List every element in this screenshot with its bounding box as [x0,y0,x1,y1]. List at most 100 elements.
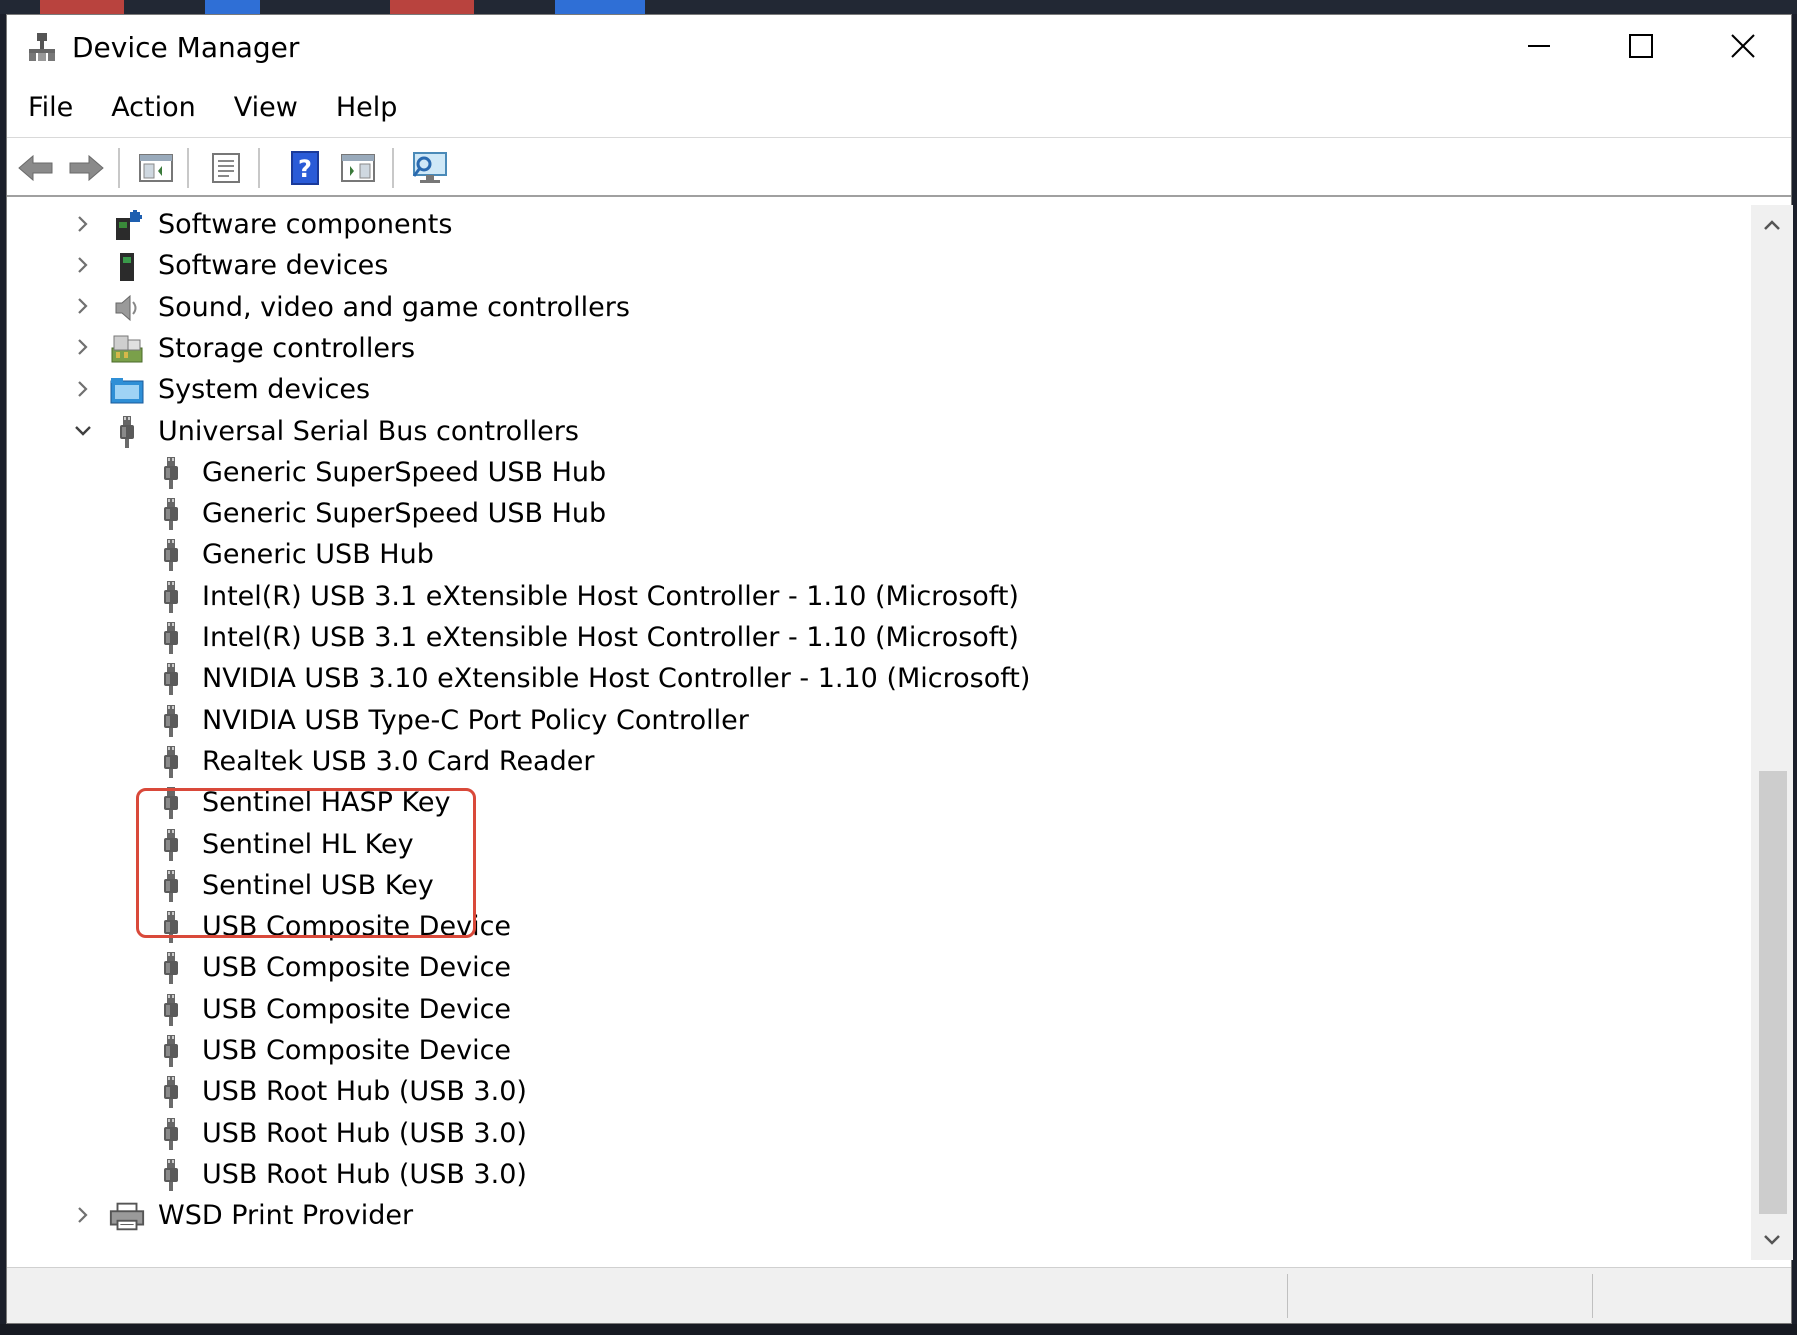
run-action-button[interactable] [337,148,379,188]
tree-item-label: Storage controllers [158,332,416,364]
scroll-up-button[interactable] [1751,205,1793,245]
tree-item-label: WSD Print Provider [158,1200,414,1232]
tree-item-label: System devices [158,374,371,406]
taskbar-thumb [390,0,474,14]
close-icon [1731,34,1755,58]
tree-device-item[interactable]: USB Composite Device [7,1031,1751,1072]
tree-item-label: NVIDIA USB 3.10 eXtensible Host Controll… [202,663,1031,695]
svg-text:?: ? [298,155,312,183]
usb-plug-icon [152,1115,190,1153]
expand-toggle[interactable] [68,329,98,370]
tree-device-item[interactable]: USB Root Hub (USB 3.0) [7,1072,1751,1113]
chevron-down-icon [1764,1235,1780,1245]
taskbar-thumb [40,0,124,14]
properties-icon [212,153,240,183]
tree-device-item[interactable]: Intel(R) USB 3.1 eXtensible Host Control… [7,577,1751,618]
tree-device-item[interactable]: USB Composite Device [7,948,1751,989]
show-hide-console-tree-icon [139,154,173,182]
vertical-scrollbar[interactable] [1751,205,1793,1260]
usb-plug-icon [152,784,190,822]
expand-toggle[interactable] [68,205,98,246]
chevron-right-icon [76,296,90,320]
tree-category-item[interactable]: Storage controllers [7,329,1751,370]
usb-plug-icon [152,826,190,864]
forward-button[interactable] [65,148,107,188]
expand-toggle[interactable] [68,246,98,287]
tree-item-label: Software devices [158,250,389,282]
help-button[interactable]: ? [284,148,326,188]
tree-item-label: USB Root Hub (USB 3.0) [202,1117,527,1149]
status-divider [1287,1274,1288,1318]
tree-category-item[interactable]: Universal Serial Bus controllers [7,412,1751,453]
usb-plug-icon [152,1073,190,1111]
tree-device-item[interactable]: Generic SuperSpeed USB Hub [7,494,1751,535]
tree-item-label: USB Root Hub (USB 3.0) [202,1158,527,1190]
title-bar[interactable]: Device Manager [7,15,1791,77]
maximize-button[interactable] [1591,15,1691,77]
tree-device-item[interactable]: Sentinel USB Key [7,866,1751,907]
menu-action[interactable]: Action [92,85,215,131]
scan-hardware-icon [412,152,447,183]
tree-category-item[interactable]: Software devices [7,246,1751,287]
device-tree[interactable]: Software components Software devices Sound… [7,205,1751,1260]
status-divider [1592,1274,1593,1318]
tree-item-label: Sentinel HL Key [202,828,414,860]
chevron-right-icon [76,1205,90,1229]
tree-device-item[interactable]: NVIDIA USB Type-C Port Policy Controller [7,701,1751,742]
usb-plug-icon [152,908,190,946]
properties-button[interactable] [205,148,247,188]
toolbar-separator [258,148,260,188]
tree-device-item[interactable]: USB Composite Device [7,990,1751,1031]
tree-item-label: Sentinel HASP Key [202,787,451,819]
tree-device-item[interactable]: Sentinel HL Key [7,825,1751,866]
tree-item-label: USB Root Hub (USB 3.0) [202,1076,527,1108]
usb-plug-icon [152,991,190,1029]
minimize-button[interactable] [1489,15,1589,77]
chevron-right-icon [76,337,90,361]
menu-file[interactable]: File [7,85,92,131]
collapse-toggle[interactable] [68,412,98,453]
scrollbar-thumb[interactable] [1759,771,1787,1214]
menu-view[interactable]: View [215,85,317,131]
usb-plug-icon [152,1032,190,1070]
taskbar-thumb [205,0,260,14]
expand-toggle[interactable] [68,370,98,411]
status-bar [7,1267,1791,1323]
tree-device-item[interactable]: Generic USB Hub [7,535,1751,576]
tree-device-item[interactable]: USB Root Hub (USB 3.0) [7,1155,1751,1196]
tree-category-item[interactable]: Software components [7,205,1751,246]
usb-plug-icon [152,454,190,492]
back-button[interactable] [15,148,57,188]
scroll-down-button[interactable] [1751,1220,1793,1260]
menu-help[interactable]: Help [317,85,417,131]
tree-device-item[interactable]: Intel(R) USB 3.1 eXtensible Host Control… [7,618,1751,659]
expand-toggle[interactable] [68,288,98,329]
tree-category-item[interactable]: WSD Print Provider [7,1196,1751,1237]
system-folder-icon [108,371,146,409]
usb-plug-icon [108,413,146,451]
close-button[interactable] [1693,15,1793,77]
usb-plug-icon [152,536,190,574]
tree-device-item[interactable]: Realtek USB 3.0 Card Reader [7,742,1751,783]
tree-item-label: Software components [158,209,453,240]
tree-device-item[interactable]: Sentinel HASP Key [7,783,1751,824]
help-icon: ? [291,151,319,185]
scan-hardware-button[interactable] [409,148,451,188]
chevron-right-icon [76,214,90,238]
tree-item-label: Generic USB Hub [202,539,434,571]
tree-item-label: Sentinel USB Key [202,869,434,901]
tree-category-item[interactable]: System devices [7,370,1751,411]
expand-toggle[interactable] [68,1196,98,1237]
tree-item-label: USB Composite Device [202,1035,512,1066]
show-hide-console-tree-button[interactable] [135,148,177,188]
tree-device-item[interactable]: USB Root Hub (USB 3.0) [7,1114,1751,1155]
toolbar-separator [118,148,120,188]
tree-item-label: Sound, video and game controllers [158,291,630,323]
tree-device-item[interactable]: NVIDIA USB 3.10 eXtensible Host Controll… [7,659,1751,700]
chevron-up-icon [1764,220,1780,230]
toolbar: ? [7,137,1791,197]
tree-category-item[interactable]: Sound, video and game controllers [7,288,1751,329]
usb-plug-icon [152,949,190,987]
tree-device-item[interactable]: USB Composite Device [7,907,1751,948]
tree-device-item[interactable]: Generic SuperSpeed USB Hub [7,453,1751,494]
